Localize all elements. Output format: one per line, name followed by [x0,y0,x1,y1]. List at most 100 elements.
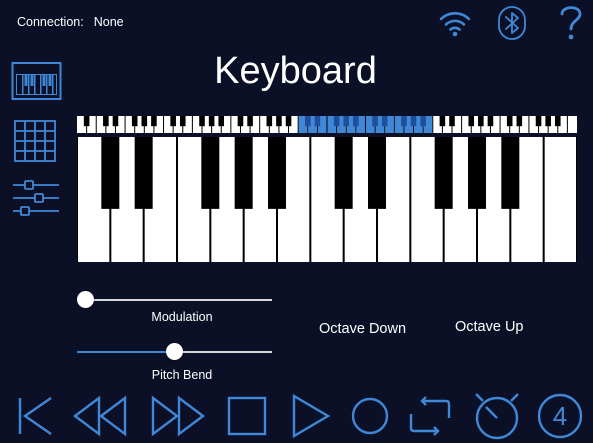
connection-label: Connection: [17,15,84,29]
overview-black-key [420,116,426,127]
loop-button[interactable] [406,390,454,442]
overview-key-divider [566,116,568,133]
metronome-icon [475,393,519,440]
overview-black-key [285,116,292,127]
pitch-bend-fill [77,351,175,353]
count-in-icon: 4 [537,393,583,439]
overview-key-divider [297,116,299,133]
overview-key-divider [326,116,328,133]
play-button[interactable] [288,390,334,442]
black-key[interactable] [234,137,253,209]
overview-key-divider [191,116,193,133]
wifi-icon[interactable] [438,8,472,40]
pitch-bend-thumb[interactable] [166,343,183,360]
black-key[interactable] [368,137,386,209]
black-key[interactable] [134,137,153,209]
overview-black-key [506,116,513,127]
overview-black-key [545,116,551,127]
metronome-button[interactable] [468,390,526,442]
overview-black-key [266,116,273,127]
modulation-slider[interactable] [77,290,272,310]
black-key[interactable] [201,137,220,209]
overview-black-key [112,116,119,127]
modulation-thumb[interactable] [77,291,94,308]
white-key[interactable] [544,137,576,262]
overview-black-key [478,116,484,127]
sidebar-item-mixer[interactable] [11,176,63,220]
play-icon [292,393,331,439]
count-in-value: 4 [553,401,567,431]
keyboard-overview[interactable] [77,116,577,133]
black-key[interactable] [101,137,120,209]
skip-back-icon [18,397,52,435]
overview-black-key [83,116,90,127]
stop-icon [227,396,267,436]
overview-key-divider [124,116,126,133]
pitch-bend-label: Pitch Bend [151,368,213,382]
piano-keyboard[interactable] [77,137,577,262]
black-key[interactable] [434,137,453,209]
overview-black-key [304,116,311,127]
overview-black-key [170,116,176,127]
black-key[interactable] [468,137,486,209]
record-button[interactable] [348,390,392,442]
overview-black-key [199,116,205,127]
record-icon [351,397,389,435]
overview-black-key [151,116,157,127]
overview-key-divider [163,116,165,133]
overview-black-key [237,116,244,127]
overview-black-key [353,116,359,127]
overview-black-key [103,116,109,127]
sliders-icon [13,180,59,216]
overview-key-divider [461,116,463,133]
pitch-bend-slider[interactable] [77,342,272,362]
stop-button[interactable] [224,390,270,442]
overview-black-key [439,116,446,127]
piano-icon [11,62,62,100]
overview-black-key [333,116,340,127]
rewind-button[interactable] [70,390,130,442]
fast-forward-icon [151,395,205,437]
help-icon[interactable] [556,2,586,42]
black-key[interactable] [268,137,286,209]
overview-black-key [314,116,321,127]
overview-black-key [516,116,523,127]
overview-black-key [535,116,542,127]
overview-key-divider [499,116,501,133]
app-window: Connection: None Keyboard Modulation Pit… [0,0,593,443]
octave-down-button[interactable]: Octave Down [319,321,406,337]
black-key[interactable] [501,137,520,209]
overview-key-divider [528,116,530,133]
modulation-label: Modulation [151,310,213,324]
overview-key-divider [230,116,232,133]
overview-black-key [276,116,282,127]
grid-icon [14,120,56,162]
sidebar-item-pads[interactable] [11,119,63,163]
overview-black-key [247,116,253,127]
sidebar-item-keyboard[interactable] [11,61,63,101]
overview-black-key [381,116,388,127]
overview-key-divider [95,116,97,133]
modulation-track [77,299,272,301]
black-key[interactable] [334,137,353,209]
bluetooth-icon[interactable] [497,5,527,41]
count-in-button[interactable]: 4 [534,390,584,442]
overview-black-key [468,116,475,127]
overview-black-key [218,116,225,127]
overview-black-key [179,116,186,127]
overview-black-key [410,116,417,127]
overview-black-key [449,116,455,127]
overview-black-key [554,116,561,127]
overview-black-key [208,116,215,127]
overview-key-divider [432,116,434,133]
rewind-icon [73,395,127,437]
overview-black-key [141,116,148,127]
overview-key [567,116,577,133]
fast-forward-button[interactable] [148,390,208,442]
page-title: Keyboard [214,50,377,92]
overview-black-key [343,116,350,127]
overview-key-divider [393,116,395,133]
overview-black-key [401,116,407,127]
octave-up-button[interactable]: Octave Up [455,319,524,335]
skip-back-button[interactable] [14,390,56,442]
